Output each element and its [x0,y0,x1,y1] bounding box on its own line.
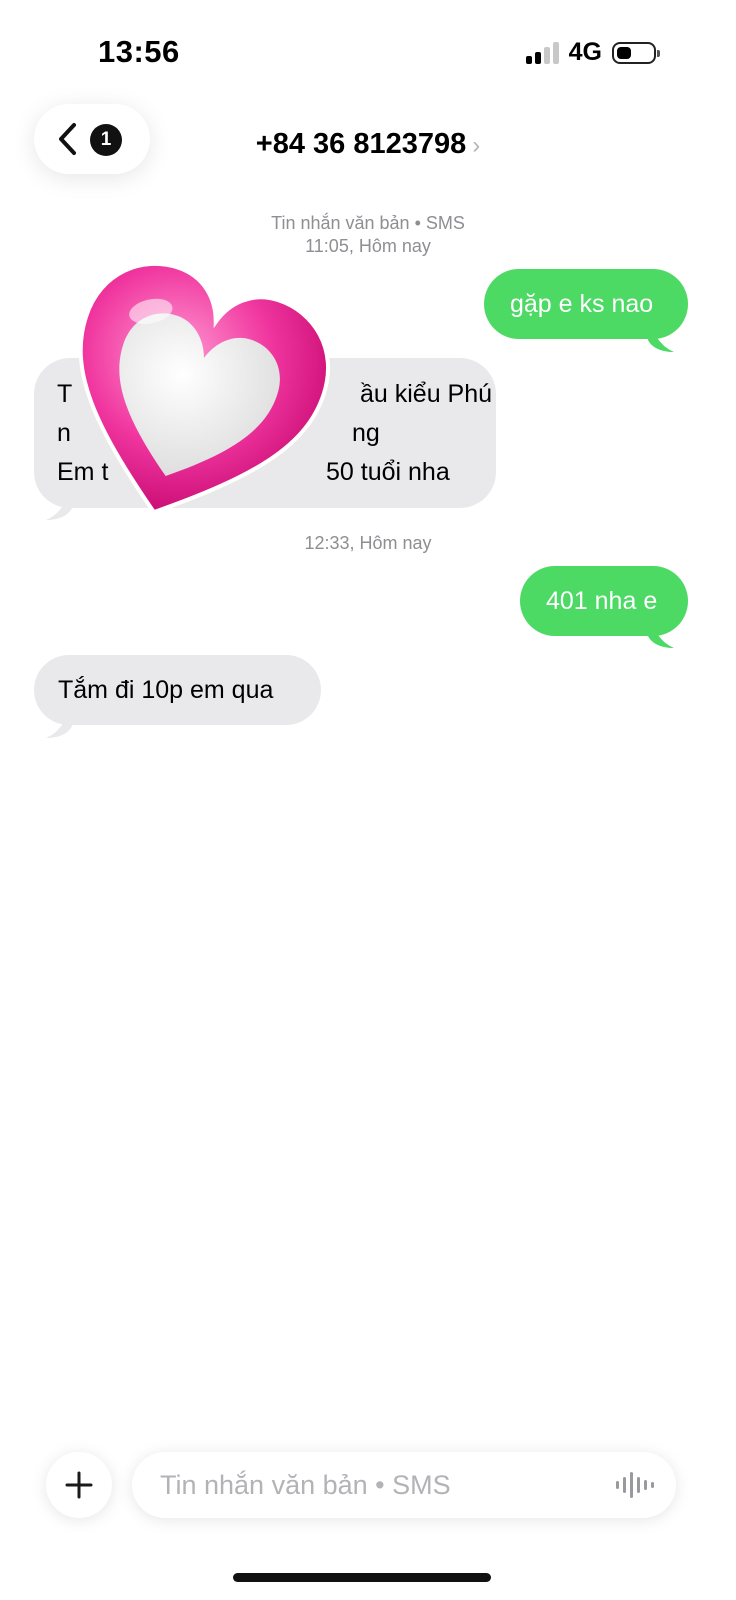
bubble-tail [648,320,674,352]
bubble-tail [46,706,72,738]
incoming-message[interactable]: Tắm đi 10p em qua [34,655,321,725]
chevron-right-icon: › [472,132,481,159]
contact-number: +84 36 8123798 [255,128,467,160]
status-indicators: 4G [525,38,660,67]
network-type: 4G [568,38,602,66]
add-attachment-button[interactable] [46,1452,112,1518]
message-text-part: ng [352,419,380,447]
contact-title[interactable]: +84 36 8123798 › [0,128,736,161]
waveform-icon[interactable] [616,1472,654,1498]
cellular-signal-icon [525,41,559,64]
message-text-part: 50 tuổi nha [326,458,450,486]
message-text: Tắm đi 10p em qua [58,675,274,704]
meta-label: Tin nhắn văn bản • SMS [271,213,465,233]
message-input-bar[interactable] [132,1452,676,1518]
message-text-part: ầu kiểu Phú [360,380,493,408]
message-input[interactable] [158,1468,602,1502]
battery-icon [612,41,660,64]
home-indicator[interactable] [233,1573,491,1582]
bubble-tail [648,616,674,648]
message-text: 401 nha e [546,586,658,615]
status-time: 13:56 [98,34,180,69]
plus-icon [65,1471,93,1499]
message-text: gặp e ks nao [510,289,654,318]
heart-sticker[interactable] [46,248,336,548]
